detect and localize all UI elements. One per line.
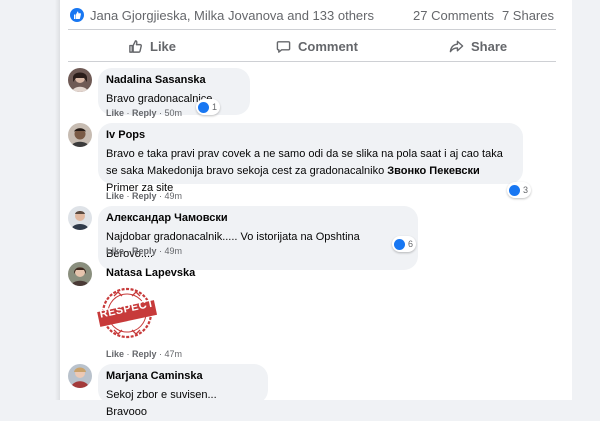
comment-reply-link[interactable]: Reply xyxy=(132,246,157,256)
share-label: Share xyxy=(471,38,508,54)
comment-meta: Like · Reply · 47m xyxy=(106,349,183,359)
comment-bubble: Marjana Caminska Sekoj zbor e suvisen...… xyxy=(98,364,268,418)
like-button[interactable]: Like xyxy=(128,30,176,62)
reaction-like-icon xyxy=(394,238,405,250)
comment-bubble: Iv Pops Bravo e taka pravi prav covek a … xyxy=(98,123,523,194)
post-stats: Jana Gjorgjieska, Milka Jovanova and 133… xyxy=(68,0,556,30)
comment-author[interactable]: Natasa Lapevska xyxy=(106,266,195,280)
avatar[interactable] xyxy=(68,206,92,230)
comment-reply-link[interactable]: Reply xyxy=(132,108,157,118)
comment-reply-link[interactable]: Reply xyxy=(132,349,157,359)
comment-count[interactable]: 27 Comments xyxy=(413,8,494,23)
comment-meta: Like · Reply · 49m xyxy=(106,246,183,256)
comment-time[interactable]: 50m xyxy=(165,108,183,118)
comment-meta: Like · Reply · 50m xyxy=(106,108,183,118)
comment-author[interactable]: Marjana Caminska xyxy=(106,369,258,383)
reaction-count: 3 xyxy=(523,185,529,195)
avatar[interactable] xyxy=(68,68,92,92)
share-button[interactable]: Share xyxy=(449,30,507,62)
comment-reply-link[interactable]: Reply xyxy=(132,191,157,201)
avatar[interactable] xyxy=(68,364,92,388)
comment-bubble: Александар Чамовски Najdobar gradonacaln… xyxy=(98,206,418,270)
comment-like-link[interactable]: Like xyxy=(106,191,124,201)
reaction-like-icon xyxy=(198,101,209,113)
comment-meta: Like · Reply · 49m xyxy=(106,191,183,201)
scrollbar[interactable] xyxy=(591,0,600,400)
reaction-count: 6 xyxy=(408,239,414,249)
like-label: Like xyxy=(150,38,177,54)
comment-reactions[interactable]: 1 xyxy=(196,99,221,115)
comment-button[interactable]: Comment xyxy=(276,30,358,62)
comment-label: Comment xyxy=(298,38,358,54)
counts: 27 Comments 7 Shares xyxy=(413,8,554,23)
respect-sticker[interactable]: RESPECT xyxy=(94,286,160,340)
comment-icon xyxy=(276,40,291,53)
mention-link[interactable]: Звонко Пекевски xyxy=(387,165,480,177)
share-count[interactable]: 7 Shares xyxy=(502,8,554,23)
comment-like-link[interactable]: Like xyxy=(106,246,124,256)
reaction-count: 1 xyxy=(212,102,218,112)
comment-time[interactable]: 47m xyxy=(165,349,183,359)
avatar[interactable] xyxy=(68,123,92,147)
comment-reactions[interactable]: 6 xyxy=(392,236,417,252)
likers-text[interactable]: Jana Gjorgjieska, Milka Jovanova and 133… xyxy=(90,8,374,23)
comment-author[interactable]: Nadalina Sasanska xyxy=(106,73,240,87)
comment-text: Bravo e taka pravi prav covek a ne samo … xyxy=(106,146,513,197)
comment-reactions[interactable]: 3 xyxy=(507,182,532,198)
reaction-like-icon xyxy=(509,184,520,196)
comment-like-link[interactable]: Like xyxy=(106,349,124,359)
share-icon xyxy=(449,40,464,52)
comment-time[interactable]: 49m xyxy=(165,191,183,201)
comment-time[interactable]: 49m xyxy=(165,246,183,256)
comment-author[interactable]: Александар Чамовски xyxy=(106,211,408,225)
comment-like-link[interactable]: Like xyxy=(106,108,124,118)
comment-text: Sekoj zbor e suvisen... Bravooo xyxy=(106,389,217,418)
avatar[interactable] xyxy=(68,262,92,286)
like-icon xyxy=(129,39,142,53)
comment-author[interactable]: Iv Pops xyxy=(106,128,513,142)
post-actions: Like Comment Share xyxy=(68,30,556,62)
like-reaction-icon xyxy=(70,8,84,22)
